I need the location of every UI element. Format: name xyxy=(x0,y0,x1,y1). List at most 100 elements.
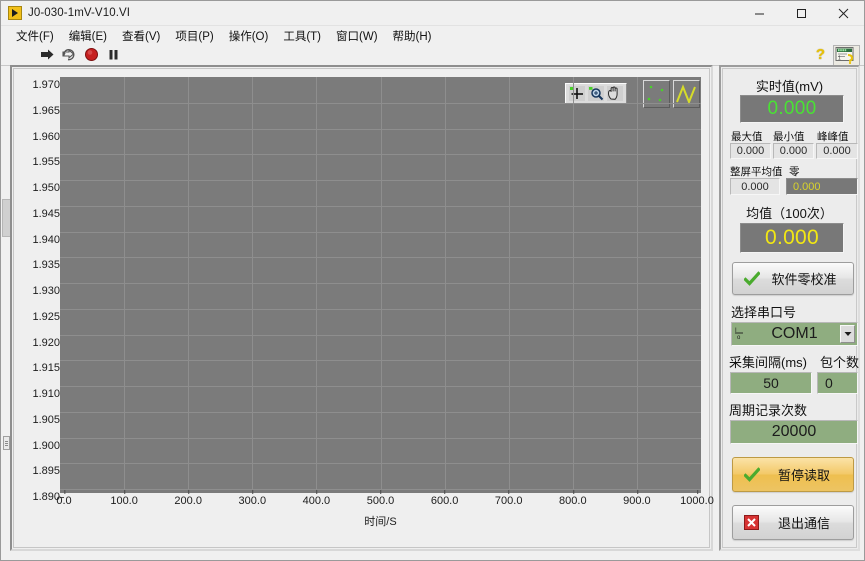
vertical-gridline xyxy=(188,77,190,490)
run-continuously-icon[interactable] xyxy=(62,47,77,62)
minimize-button[interactable] xyxy=(738,1,780,26)
menu-view[interactable]: 查看(V) xyxy=(115,27,168,45)
screen-average-display: 0.000 xyxy=(730,178,780,195)
menu-tools[interactable]: 工具(T) xyxy=(276,27,329,45)
y-axis-tick-label: 1.960 xyxy=(18,131,64,143)
max-value-text: 0.000 xyxy=(736,145,765,157)
menu-bar: 文件(F) 编辑(E) 查看(V) 项目(P) 操作(O) 工具(T) 窗口(W… xyxy=(1,26,864,45)
mean-value-text: 0.000 xyxy=(764,226,820,249)
vertical-gridline xyxy=(124,77,126,490)
max-value-label: 最大值 xyxy=(731,131,763,143)
x-axis-tick-mark xyxy=(508,490,510,494)
menu-help[interactable]: 帮助(H) xyxy=(386,27,440,45)
x-axis-tick-mark xyxy=(316,490,318,494)
zoom-magnifier-icon[interactable] xyxy=(587,85,605,102)
com-port-value: COM1 xyxy=(771,325,818,342)
peak-to-peak-value-display: 0.000 xyxy=(816,143,858,159)
x-axis-tick-label: 1000.0 xyxy=(680,490,714,507)
svg-text:o: o xyxy=(737,335,741,340)
max-value-display: 0.000 xyxy=(730,143,771,159)
green-check-icon xyxy=(743,466,761,483)
packet-count-value: 0 xyxy=(825,375,833,391)
maximize-button[interactable] xyxy=(780,1,822,26)
context-help-window-icon[interactable]: 1 xyxy=(833,45,860,66)
pause-icon[interactable] xyxy=(106,47,121,62)
cursor-crosshair-icon[interactable] xyxy=(568,85,586,102)
x-axis-tick-mark xyxy=(124,490,126,494)
x-axis-tick-mark xyxy=(252,490,254,494)
pause-reading-label: 暂停读取 xyxy=(777,468,830,483)
realtime-value-display: 0.000 xyxy=(740,95,844,123)
close-button[interactable] xyxy=(822,1,864,26)
x-axis-tick-label: 900.0 xyxy=(623,490,651,507)
menu-project[interactable]: 项目(P) xyxy=(168,27,221,45)
peak-to-peak-value-label: 峰峰值 xyxy=(817,131,849,143)
scrollbar-grip-handle[interactable] xyxy=(3,436,10,450)
exit-communication-button[interactable]: 退出通信 xyxy=(732,505,854,540)
cycle-records-label: 周期记录次数 xyxy=(729,403,808,418)
io-ring-icon: I o xyxy=(735,326,746,342)
min-value-label: 最小值 xyxy=(773,131,805,143)
y-axis-tick-label: 1.915 xyxy=(18,362,64,374)
application-window: J0-030-1mV-V10.VI 文件(F) 编辑(E) 查看(V) 项目(P… xyxy=(0,0,865,561)
x-axis-tick-mark xyxy=(188,490,190,494)
packet-count-input[interactable]: 0 xyxy=(817,372,858,394)
run-arrow-icon[interactable] xyxy=(40,47,55,62)
x-axis-title: 时间/S xyxy=(364,516,397,528)
plot-area[interactable] xyxy=(60,77,701,490)
labview-logo-icon xyxy=(8,6,22,20)
software-zero-calibration-label: 软件零校准 xyxy=(771,272,837,287)
vertical-gridline xyxy=(444,77,446,490)
sample-interval-label: 采集间隔(ms) xyxy=(729,355,807,370)
menu-window[interactable]: 窗口(W) xyxy=(329,27,386,45)
screen-average-label: 整屏平均值 xyxy=(730,166,783,178)
sample-interval-value: 50 xyxy=(763,375,779,391)
cycle-records-input[interactable]: 20000 xyxy=(730,420,858,444)
x-axis-tick-mark xyxy=(697,490,698,494)
graph-palette[interactable] xyxy=(565,83,627,104)
com-port-select[interactable]: I o COM1 xyxy=(731,322,858,346)
abort-stop-icon[interactable] xyxy=(84,47,99,62)
cycle-records-value: 20000 xyxy=(771,423,817,440)
min-value-text: 0.000 xyxy=(779,145,808,157)
min-value-display: 0.000 xyxy=(773,143,814,159)
realtime-value-label: 实时值(mV) xyxy=(755,79,824,94)
red-x-icon xyxy=(744,514,760,531)
vertical-gridline xyxy=(508,77,510,490)
pause-reading-button[interactable]: 暂停读取 xyxy=(732,457,854,492)
x-axis-tick-mark xyxy=(444,490,446,494)
menu-file[interactable]: 文件(F) xyxy=(9,27,62,45)
menu-operate[interactable]: 操作(O) xyxy=(222,27,277,45)
y-axis-tick-label: 1.940 xyxy=(18,234,64,246)
x-axis-tick-label: 800.0 xyxy=(559,490,587,507)
vertical-gridline xyxy=(572,77,574,490)
peak-to-peak-value-text: 0.000 xyxy=(823,145,851,157)
pan-hand-icon[interactable] xyxy=(606,85,624,102)
graph-legend[interactable] xyxy=(643,80,701,110)
control-panel: 实时值(mV) 0.000 最大值 最小值 峰峰值 0.000 0.000 0.… xyxy=(719,65,860,551)
y-axis-tick-label: 1.955 xyxy=(18,156,64,168)
software-zero-calibration-button[interactable]: 软件零校准 xyxy=(732,262,854,295)
waveform-graph[interactable]: 1.970 1.965 1.960 1.955 1.950 1.945 1.940 1.935… xyxy=(10,65,714,551)
vertical-gridline xyxy=(636,77,638,490)
sample-interval-input[interactable]: 50 xyxy=(730,372,812,394)
x-axis-tick-mark xyxy=(572,490,574,494)
y-axis-tick-label: 1.890 xyxy=(18,491,64,503)
chevron-down-icon[interactable] xyxy=(840,325,855,343)
toolbar: ? 1 xyxy=(1,45,864,66)
x-axis-tick-mark xyxy=(380,490,382,494)
svg-text:1: 1 xyxy=(838,56,841,62)
menu-edit[interactable]: 编辑(E) xyxy=(62,27,115,45)
zero-display[interactable]: 0.000 xyxy=(786,178,858,195)
x-axis-tick-label: 500.0 xyxy=(367,490,394,507)
window-title: J0-030-1mV-V10.VI xyxy=(28,7,131,19)
y-axis-tick-label: 1.930 xyxy=(18,285,64,297)
x-axis-tick-label: 400.0 xyxy=(303,490,330,507)
green-check-icon xyxy=(743,270,761,287)
y-axis-tick-label: 1.905 xyxy=(18,414,64,426)
mean-value-display: 0.000 xyxy=(740,223,844,253)
help-question-icon[interactable]: ? xyxy=(813,47,828,63)
x-axis-tick-label: 100.0 xyxy=(110,490,138,507)
com-port-label: 选择串口号 xyxy=(731,305,797,320)
y-axis-tick-label: 1.920 xyxy=(18,337,64,349)
